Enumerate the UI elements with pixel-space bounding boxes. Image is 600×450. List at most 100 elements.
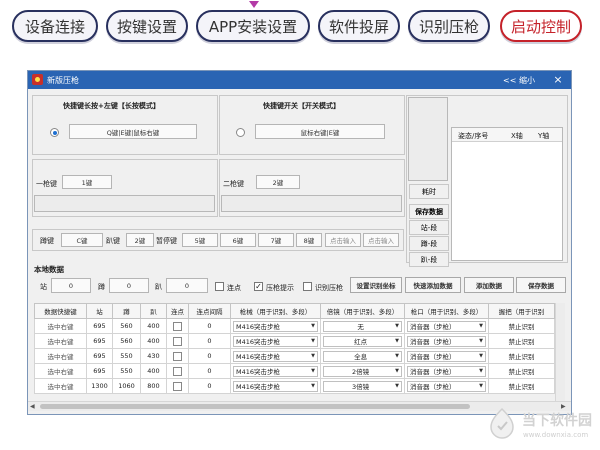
col-muzzle[interactable]: 枪口（用于识别、多段）	[404, 303, 489, 319]
prone-segment-button[interactable]: 趴-段	[409, 252, 449, 267]
muzzle-select-box[interactable]: 消音器（步枪） ▼	[407, 380, 486, 392]
muzzle-select[interactable]: 消音器（步枪） ▼	[404, 363, 489, 379]
recog-checkbox[interactable]	[303, 282, 312, 291]
crouch-cell[interactable]: 550	[112, 363, 141, 379]
crouch-cell[interactable]: 560	[112, 333, 141, 349]
crouch-cell[interactable]: 550	[112, 348, 141, 364]
burst-checkbox[interactable]	[215, 282, 224, 291]
dropdown-caret-icon[interactable]: ▼	[395, 368, 399, 374]
prone-cell[interactable]: 400	[140, 363, 167, 379]
dropdown-caret-icon[interactable]: ▼	[479, 323, 483, 329]
grip-cell[interactable]: 禁止识别	[488, 333, 555, 349]
scope-select[interactable]: 2倍镜 ▼	[320, 363, 405, 379]
vertical-scrollbar[interactable]	[555, 303, 565, 401]
interval-cell[interactable]: 0	[188, 348, 231, 364]
pause-key-field-4[interactable]: 8键	[296, 233, 322, 247]
stand-cell[interactable]: 695	[86, 333, 113, 349]
pause-key-field-3[interactable]: 7键	[258, 233, 294, 247]
table-row[interactable]: 选中右键 695 550 430 0 M416突击步枪 ▼ 全息 ▼ 消音器（步枪） ▼ 禁止识别	[34, 348, 555, 364]
col-stand[interactable]: 站	[86, 303, 113, 319]
burst-checkbox-cell[interactable]	[166, 333, 189, 349]
hotkey-cell[interactable]: 选中右键	[34, 348, 87, 364]
prone-cell[interactable]: 430	[140, 348, 167, 364]
weapon-select[interactable]: M416突击步枪 ▼	[230, 348, 321, 364]
col-grip[interactable]: 握把（用于识别	[488, 303, 555, 319]
add-data-button[interactable]: 添加数据	[464, 277, 514, 293]
quick-add-button[interactable]: 快速添加数据	[405, 277, 461, 293]
muzzle-select-box[interactable]: 消音器（步枪） ▼	[407, 335, 486, 347]
weapon-select[interactable]: M416突击步枪 ▼	[230, 318, 321, 334]
hotkey-cell[interactable]: 选中右键	[34, 363, 87, 379]
row-burst-checkbox[interactable]	[173, 381, 182, 391]
col-prone[interactable]: 趴	[140, 303, 167, 319]
muzzle-select-box[interactable]: 消音器（步枪） ▼	[407, 365, 486, 377]
gun1-field[interactable]: 1键	[62, 175, 112, 189]
long-press-radio[interactable]	[50, 128, 59, 137]
interval-cell[interactable]: 0	[188, 333, 231, 349]
weapon-select-box[interactable]: M416突击步枪 ▼	[233, 350, 318, 362]
tab-screen-cast[interactable]: 软件投屏	[318, 10, 400, 42]
scope-select[interactable]: 3倍镜 ▼	[320, 378, 405, 394]
col-weapon[interactable]: 枪械（用于识别、多段）	[230, 303, 321, 319]
row-burst-checkbox[interactable]	[173, 336, 182, 346]
table-row[interactable]: 选中右键 695 560 400 0 M416突击步枪 ▼ 无 ▼ 消音器（步枪） ▼ 禁止识别	[34, 318, 555, 334]
weapon-select-box[interactable]: M416突击步枪 ▼	[233, 335, 318, 347]
muzzle-select-box[interactable]: 消音器（步枪） ▼	[407, 350, 486, 362]
save-data-button[interactable]: 保存数据	[516, 277, 566, 293]
dropdown-caret-icon[interactable]: ▼	[311, 338, 315, 344]
muzzle-select[interactable]: 消音器（步枪） ▼	[404, 333, 489, 349]
scope-select[interactable]: 红点 ▼	[320, 333, 405, 349]
stand-cell[interactable]: 695	[86, 348, 113, 364]
stand-cell[interactable]: 1300	[86, 378, 113, 394]
dropdown-caret-icon[interactable]: ▼	[479, 338, 483, 344]
burst-checkbox-cell[interactable]	[166, 363, 189, 379]
grip-cell[interactable]: 禁止识别	[488, 378, 555, 394]
hint-checkbox[interactable]: ✓	[254, 282, 263, 291]
click-input-button-1[interactable]: 点击输入	[325, 233, 361, 247]
stand-value-field[interactable]: 0	[51, 278, 91, 293]
click-input-button-2[interactable]: 点击输入	[363, 233, 399, 247]
weapon-select-box[interactable]: M416突击步枪 ▼	[233, 320, 318, 332]
prone-cell[interactable]: 400	[140, 318, 167, 334]
close-button[interactable]: ×	[548, 72, 568, 87]
stand-cell[interactable]: 695	[86, 318, 113, 334]
hotkey-cell[interactable]: 选中右键	[34, 378, 87, 394]
muzzle-select[interactable]: 消音器（步枪） ▼	[404, 378, 489, 394]
long-press-key-field[interactable]: Q键|E键|鼠标右键	[69, 124, 197, 139]
weapon-select[interactable]: M416突击步枪 ▼	[230, 363, 321, 379]
toggle-key-field[interactable]: 鼠标右键|E键	[255, 124, 385, 139]
table-row[interactable]: 选中右键 695 550 400 0 M416突击步枪 ▼ 2倍镜 ▼ 消音器（步枪） ▼ 禁止识别	[34, 363, 555, 379]
stand-segment-button[interactable]: 站-段	[409, 220, 449, 235]
table-row[interactable]: 选中右键 695 560 400 0 M416突击步枪 ▼ 红点 ▼ 消音器（步枪） ▼ 禁止识别	[34, 333, 555, 349]
col-interval[interactable]: 连点间隔	[188, 303, 231, 319]
dropdown-caret-icon[interactable]: ▼	[479, 383, 483, 389]
tab-app-install[interactable]: APP安装设置	[196, 10, 310, 42]
tab-key-settings[interactable]: 按键设置	[106, 10, 188, 42]
scroll-left-icon[interactable]: ◀	[30, 403, 35, 410]
dropdown-caret-icon[interactable]: ▼	[395, 383, 399, 389]
grip-cell[interactable]: 禁止识别	[488, 318, 555, 334]
dropdown-caret-icon[interactable]: ▼	[311, 323, 315, 329]
stand-cell[interactable]: 695	[86, 363, 113, 379]
col-hotkey[interactable]: 数据快捷键	[34, 303, 87, 319]
muzzle-select[interactable]: 消音器（步枪） ▼	[404, 348, 489, 364]
pause-key-field-2[interactable]: 6键	[220, 233, 256, 247]
dropdown-caret-icon[interactable]: ▼	[311, 383, 315, 389]
burst-checkbox-cell[interactable]	[166, 348, 189, 364]
crouch-value-field[interactable]: 0	[109, 278, 149, 293]
muzzle-select[interactable]: 消音器（步枪） ▼	[404, 318, 489, 334]
weapon-select[interactable]: M416突击步枪 ▼	[230, 333, 321, 349]
crouch-cell[interactable]: 1060	[112, 378, 141, 394]
interval-cell[interactable]: 0	[188, 318, 231, 334]
minimize-button[interactable]: << 缩小	[498, 73, 540, 87]
gun2-field[interactable]: 2键	[256, 175, 300, 189]
col-crouch[interactable]: 蹲	[112, 303, 141, 319]
tab-start-control[interactable]: 启动控制	[500, 10, 582, 42]
tab-device-connect[interactable]: 设备连接	[12, 10, 98, 42]
toggle-radio[interactable]	[236, 128, 245, 137]
col-scope[interactable]: 倍镜（用于识别、多段）	[320, 303, 405, 319]
burst-checkbox-cell[interactable]	[166, 378, 189, 394]
dropdown-caret-icon[interactable]: ▼	[479, 368, 483, 374]
set-coord-button[interactable]: 设置识别坐标	[350, 277, 402, 293]
weapon-select-box[interactable]: M416突击步枪 ▼	[233, 365, 318, 377]
